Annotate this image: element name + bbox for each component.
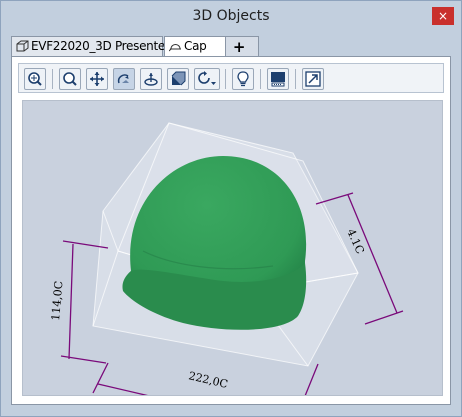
object-panel: 114,0C 222,0C 4.1C xyxy=(11,56,451,417)
render-mode-icon xyxy=(271,72,285,87)
tab-evf22020-3d-presenter[interactable]: EVF22020_3D Presenter xyxy=(11,36,170,56)
toolbar-separator xyxy=(225,69,226,89)
tab-label: EVF22020_3D Presenter xyxy=(31,39,170,53)
3d-scene: 114,0C 222,0C 4.1C xyxy=(49,122,404,417)
tab-cap[interactable]: Cap xyxy=(164,36,227,57)
cap-icon xyxy=(168,40,182,55)
rotate-menu-icon xyxy=(198,71,216,85)
window-title: 3D Objects xyxy=(192,8,270,24)
render-mode-button[interactable] xyxy=(267,68,289,90)
tab-label: Cap xyxy=(184,39,207,53)
zoom-fit-button[interactable] xyxy=(24,68,46,90)
cube-icon xyxy=(16,40,29,55)
pan-icon xyxy=(90,72,104,86)
rotate-icon xyxy=(117,74,129,84)
rotate-button[interactable] xyxy=(113,68,135,90)
pan-button[interactable] xyxy=(86,68,108,90)
title-bar[interactable]: 3D Objects × xyxy=(1,1,461,32)
zoom-button[interactable] xyxy=(59,68,81,90)
zoom-icon xyxy=(63,72,77,86)
toolbar-separator xyxy=(295,69,296,89)
light-button[interactable] xyxy=(232,68,254,90)
toolbar-separator xyxy=(260,69,261,89)
box-view-button[interactable] xyxy=(167,68,189,90)
light-bulb-icon xyxy=(237,71,249,87)
export-button[interactable] xyxy=(302,68,324,90)
dimension-label-width: 222,0C xyxy=(187,369,229,391)
rotate-menu-button[interactable] xyxy=(194,68,220,90)
export-icon xyxy=(305,71,321,87)
toolbar-separator xyxy=(52,69,53,89)
view-toolbar xyxy=(18,63,444,93)
dimension-label-height: 114,0C xyxy=(49,280,65,321)
window: 3D Objects × EVF22020_3D Presenter Cap + xyxy=(0,0,462,417)
new-tab-button[interactable]: + xyxy=(225,36,259,56)
rotate-axis-icon xyxy=(144,73,158,86)
box-view-icon xyxy=(171,71,186,86)
3d-viewport[interactable]: 114,0C 222,0C 4.1C xyxy=(22,100,443,417)
plus-icon: + xyxy=(232,38,246,56)
close-button[interactable]: × xyxy=(432,7,454,25)
zoom-fit-icon xyxy=(28,72,42,86)
rotate-axis-button[interactable] xyxy=(140,68,162,90)
tab-strip: EVF22020_3D Presenter Cap + xyxy=(11,36,451,57)
